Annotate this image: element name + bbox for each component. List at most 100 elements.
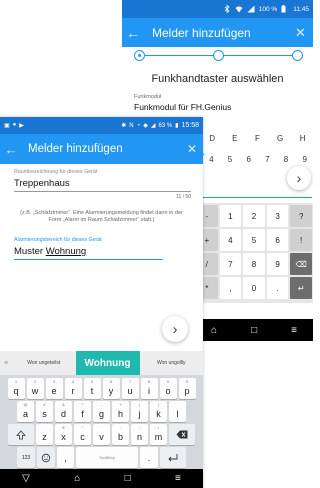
letter-key[interactable]: :b <box>112 424 129 445</box>
letter-key[interactable]: ; n <box>131 424 148 445</box>
menu-icon[interactable]: ≡ <box>0 360 12 367</box>
key[interactable]: ! <box>290 229 312 251</box>
key-label: j <box>138 408 141 419</box>
letter-option[interactable]: H <box>292 130 313 146</box>
emoji-key[interactable] <box>37 447 55 468</box>
key[interactable]: 9 <box>266 253 289 275</box>
letter-key[interactable]: 9o <box>159 378 177 399</box>
menu-icon[interactable]: ≡ <box>291 325 297 336</box>
letter-key[interactable]: 3e <box>45 378 63 399</box>
letter-key[interactable]: " c <box>74 424 91 445</box>
letter-key[interactable]: 5t <box>83 378 101 399</box>
period-key[interactable]: . <box>140 447 158 468</box>
letter-key[interactable]: (j <box>131 401 148 422</box>
letter-key[interactable]: 0p <box>178 378 196 399</box>
letter-option[interactable]: D <box>202 130 223 146</box>
stepper-line <box>144 55 214 56</box>
letter-key[interactable]: & d <box>55 401 72 422</box>
backspace-key[interactable] <box>169 424 195 445</box>
letter-key[interactable]: 8i <box>140 378 158 399</box>
character-counter: 11 / 50 <box>176 194 191 200</box>
recents-icon[interactable]: □ <box>125 473 131 484</box>
key[interactable]: 5 <box>243 229 265 251</box>
letter-key[interactable]: 6y <box>102 378 120 399</box>
key[interactable]: 0 <box>243 277 265 299</box>
app-bar: ← Melder hinzufügen ✕ <box>122 18 313 47</box>
enter-key[interactable]: ↵ <box>290 277 312 299</box>
next-button[interactable]: › <box>287 166 311 190</box>
alarm-area-input[interactable]: Muster Wohnung <box>14 246 163 260</box>
suggestion-middle[interactable]: Wohnung <box>75 351 140 375</box>
letter-key[interactable]: + h <box>112 401 129 422</box>
key[interactable]: 3 <box>266 205 289 227</box>
recents-icon[interactable]: □ <box>251 325 257 336</box>
letter-key[interactable]: € x <box>55 424 72 445</box>
key[interactable]: 6 <box>266 229 289 251</box>
letter-key[interactable]: z <box>36 424 53 445</box>
back-arrow-icon[interactable]: ← <box>122 25 144 41</box>
suggestion-bar: ≡ Won ungeteilst Wohnung Won ungollly <box>0 351 203 375</box>
key-secondary-label: 6 <box>109 379 113 384</box>
close-icon[interactable]: ✕ <box>295 25 313 41</box>
key-secondary-label: 0 <box>185 379 189 384</box>
home-icon[interactable]: ⌂ <box>211 325 217 336</box>
suggestion-left[interactable]: Won ungeteilst <box>12 360 76 366</box>
letter-option[interactable]: E <box>225 130 246 146</box>
number-option[interactable]: 9 <box>296 152 313 166</box>
letter-key[interactable]: # s <box>36 401 53 422</box>
letter-option[interactable]: G <box>270 130 291 146</box>
home-icon[interactable]: ⌂ <box>74 473 80 484</box>
letter-key[interactable]: * f <box>74 401 91 422</box>
numbers-key[interactable]: 123 <box>17 447 35 468</box>
key[interactable]: 1 <box>219 205 242 227</box>
number-option[interactable]: 5 <box>222 152 239 166</box>
key[interactable]: ? <box>290 205 312 227</box>
stepper-step[interactable] <box>213 50 224 61</box>
enter-key[interactable] <box>160 447 186 468</box>
key[interactable]: 8 <box>243 253 265 275</box>
key[interactable]: , <box>219 277 242 299</box>
back-arrow-icon[interactable]: ← <box>0 142 22 157</box>
nfc-icon: N <box>129 122 134 129</box>
letter-key[interactable]: 1q <box>7 378 25 399</box>
stepper-step[interactable] <box>292 50 303 61</box>
key-label: i <box>148 385 150 396</box>
key-label: k <box>156 408 161 419</box>
next-button[interactable]: › <box>162 316 188 342</box>
suggestion-right[interactable]: Won ungollly <box>140 360 204 366</box>
record-icon: ● <box>12 122 17 128</box>
key[interactable]: 7 <box>219 253 242 275</box>
battery-level: 63 % <box>158 122 173 129</box>
letter-key[interactable]: ) k <box>150 401 167 422</box>
letter-key[interactable]: 2w <box>26 378 44 399</box>
key[interactable]: . <box>266 277 289 299</box>
shift-key[interactable] <box>8 424 34 445</box>
number-option[interactable]: 7 <box>259 152 276 166</box>
menu-icon[interactable]: ≡ <box>175 473 181 484</box>
letter-key[interactable]: / m <box>150 424 167 445</box>
letter-option[interactable]: F <box>247 130 268 146</box>
number-option[interactable]: 8 <box>278 152 295 166</box>
letter-key[interactable]: -g <box>93 401 110 422</box>
letter-key[interactable]: ' v <box>93 424 110 445</box>
room-name-input[interactable]: Treppenhaus <box>14 178 191 192</box>
stepper-step-current[interactable] <box>134 50 145 61</box>
key-label: m <box>154 431 163 442</box>
letter-key[interactable]: l <box>169 401 186 422</box>
battery-icon <box>281 5 289 13</box>
comma-key[interactable]: , <box>57 447 74 468</box>
key-label: z <box>42 431 47 442</box>
backspace-icon <box>176 430 188 439</box>
backspace-key[interactable]: ⌫ <box>290 253 312 275</box>
number-option[interactable]: 4 <box>203 152 220 166</box>
close-icon[interactable]: ✕ <box>181 142 203 156</box>
letter-key[interactable]: @ a <box>17 401 34 422</box>
letter-key[interactable]: 7u <box>121 378 139 399</box>
composite-screenshot: 100 % 11:45 ← Melder hinzufügen ✕ Funkha… <box>0 0 313 488</box>
number-option[interactable]: 6 <box>240 152 257 166</box>
back-nav-icon[interactable]: ▽ <box>22 473 30 484</box>
space-key[interactable]: SwiftKey <box>76 447 138 468</box>
key[interactable]: 4 <box>219 229 242 251</box>
letter-key[interactable]: 4r <box>64 378 82 399</box>
key[interactable]: 2 <box>243 205 265 227</box>
